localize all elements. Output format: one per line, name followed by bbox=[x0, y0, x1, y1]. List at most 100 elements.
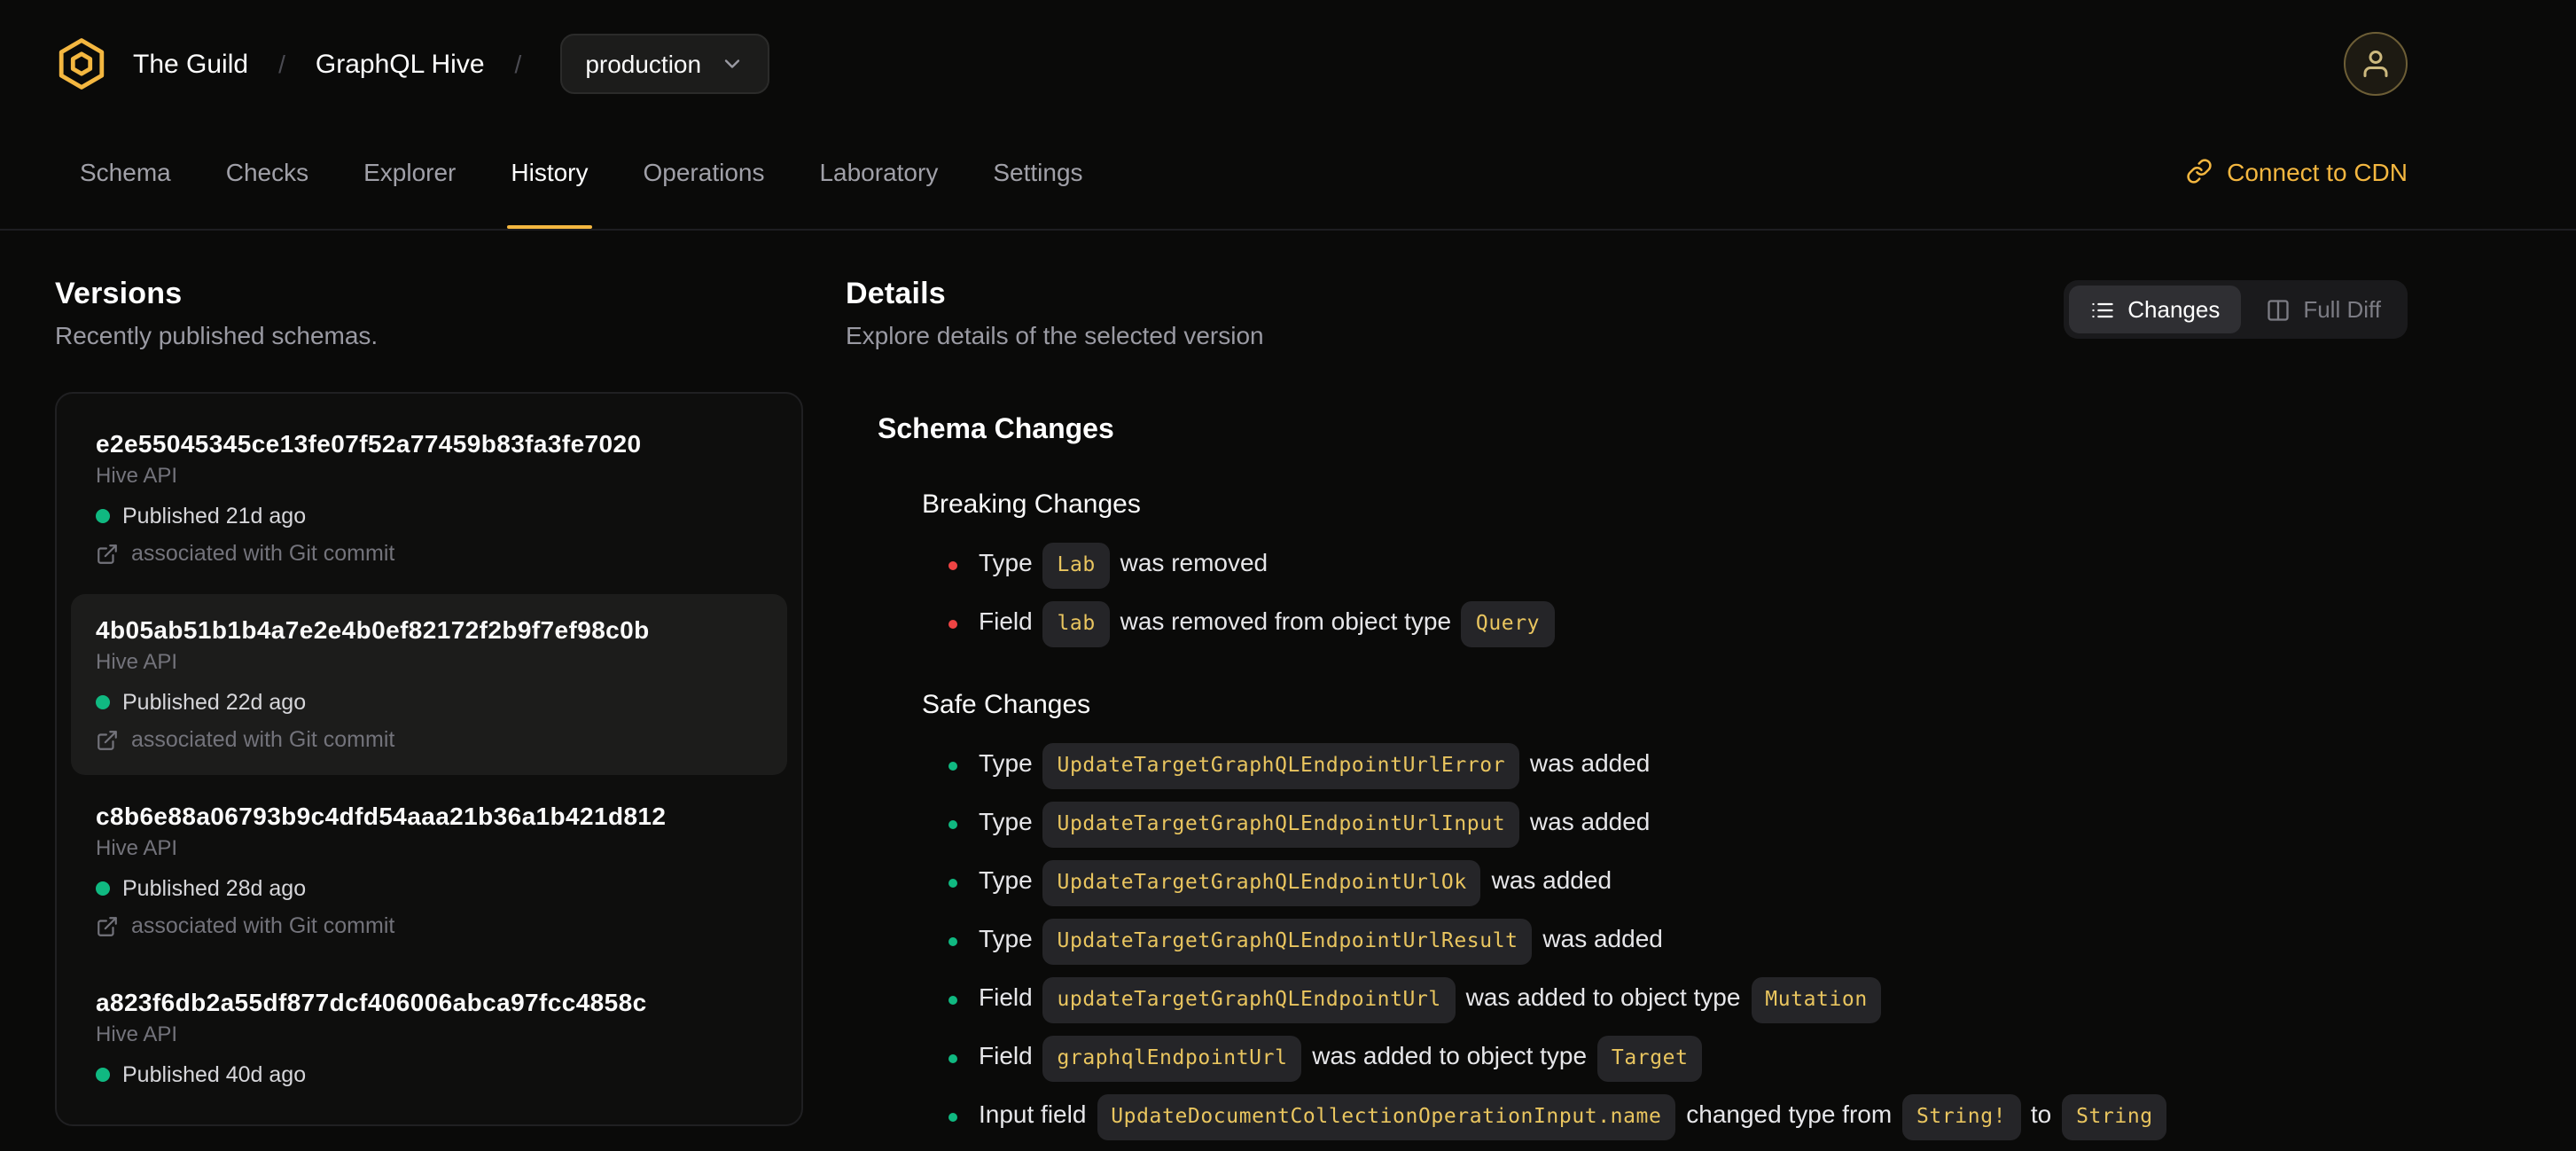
published-row: Published 28d ago bbox=[96, 876, 762, 901]
published-row: Published 40d ago bbox=[96, 1062, 762, 1087]
git-commit-label: associated with Git commit bbox=[131, 727, 395, 752]
code-chip: lab bbox=[1042, 601, 1110, 647]
published-label: Published 22d ago bbox=[122, 690, 307, 715]
published-row: Published 21d ago bbox=[96, 504, 762, 529]
change-list: Type Lab was removed Field lab was remove… bbox=[922, 543, 2408, 647]
tab-explorer[interactable]: Explorer bbox=[363, 114, 456, 229]
git-commit-label: associated with Git commit bbox=[131, 541, 395, 566]
breadcrumb-org[interactable]: The Guild bbox=[133, 49, 248, 79]
version-item[interactable]: 4b05ab51b1b4a7e2e4b0ef82172f2b9f7ef98c0b… bbox=[71, 594, 787, 775]
list-icon bbox=[2090, 297, 2115, 322]
connect-to-cdn-link[interactable]: Connect to CDN bbox=[2186, 114, 2408, 229]
changes-toggle-button[interactable]: Changes bbox=[2069, 286, 2242, 333]
code-chip: String! bbox=[1901, 1094, 2021, 1140]
version-hash: a823f6db2a55df877dcf406006abca97fcc4858c bbox=[96, 988, 647, 1016]
change-item: Type Lab was removed bbox=[948, 543, 2408, 589]
tab-history[interactable]: History bbox=[507, 114, 591, 229]
git-commit-label: associated with Git commit bbox=[131, 913, 395, 938]
external-link-icon bbox=[96, 914, 119, 937]
code-chip: UpdateTargetGraphQLEndpointUrlOk bbox=[1042, 860, 1481, 906]
connect-to-cdn-label: Connect to CDN bbox=[2227, 157, 2408, 185]
tab-checks[interactable]: Checks bbox=[226, 114, 308, 229]
change-list: Type UpdateTargetGraphQLEndpointUrlError… bbox=[922, 743, 2408, 1151]
changes-toggle-label: Changes bbox=[2127, 296, 2221, 323]
tab-laboratory[interactable]: Laboratory bbox=[819, 114, 938, 229]
version-item[interactable]: e2e55045345ce13fe07f52a77459b83fa3fe7020… bbox=[71, 408, 787, 589]
full-diff-toggle-button[interactable]: Full Diff bbox=[2244, 286, 2402, 333]
change-item: Type UpdateTargetGraphQLEndpointUrlError… bbox=[948, 743, 2408, 789]
details-title: Details bbox=[846, 277, 946, 310]
published-label: Published 28d ago bbox=[122, 876, 307, 901]
code-chip: graphqlEndpointUrl bbox=[1042, 1036, 1302, 1082]
details-header: Details Explore details of the selected … bbox=[846, 277, 2408, 349]
breadcrumb-separator: / bbox=[278, 50, 285, 78]
breadcrumb: The Guild / GraphQL Hive / production bbox=[55, 34, 769, 94]
schema-changes-body: Breaking Changes Type Lab was removed Fiel… bbox=[846, 489, 2408, 1151]
published-dot-icon bbox=[96, 509, 110, 523]
versions-panel: Versions Recently published schemas. e2e… bbox=[55, 277, 803, 1151]
version-item[interactable]: c8b6e88a06793b9c4dfd54aaa21b36a1b421d812… bbox=[71, 780, 787, 961]
breadcrumb-project[interactable]: GraphQL Hive bbox=[316, 49, 485, 79]
external-link-icon bbox=[96, 542, 119, 565]
avatar[interactable] bbox=[2344, 32, 2408, 96]
published-label: Published 40d ago bbox=[122, 1062, 307, 1087]
version-hash: 4b05ab51b1b4a7e2e4b0ef82172f2b9f7ef98c0b bbox=[96, 615, 650, 644]
app: The Guild / GraphQL Hive / production Sc… bbox=[0, 0, 2576, 1151]
header: The Guild / GraphQL Hive / production Sc… bbox=[0, 0, 2576, 231]
details-subtitle: Explore details of the selected version bbox=[846, 321, 1264, 349]
nav-tabs: Schema Checks Explorer History Operations Lab… bbox=[80, 114, 1083, 229]
change-item: Field graphqlEndpointUrl was added to ob… bbox=[948, 1036, 2408, 1082]
chevron-down-icon bbox=[719, 51, 744, 76]
change-item: Type UpdateTargetGraphQLEndpointUrlResul… bbox=[948, 919, 2408, 965]
breadcrumb-separator: / bbox=[514, 50, 522, 78]
published-dot-icon bbox=[96, 695, 110, 709]
change-item: Field updateTargetGraphQLEndpointUrl was… bbox=[948, 977, 2408, 1023]
version-list: e2e55045345ce13fe07f52a77459b83fa3fe7020… bbox=[55, 392, 803, 1126]
code-chip: UpdateTargetGraphQLEndpointUrlError bbox=[1042, 743, 1520, 789]
change-item: Field lab was removed from object type Q… bbox=[948, 601, 2408, 647]
code-chip: UpdateDocumentCollectionOperationInput.n… bbox=[1097, 1094, 1676, 1140]
version-service: Hive API bbox=[96, 1022, 178, 1046]
main-content: Versions Recently published schemas. e2e… bbox=[0, 231, 2576, 1151]
code-chip: Query bbox=[1461, 601, 1555, 647]
tab-operations[interactable]: Operations bbox=[644, 114, 765, 229]
target-selector[interactable]: production bbox=[560, 34, 769, 94]
schema-changes-title: Schema Changes bbox=[878, 415, 1114, 445]
change-group-safe: Safe Changes Type UpdateTargetGraphQLEndp… bbox=[922, 690, 2408, 1151]
hive-logo-icon[interactable] bbox=[55, 37, 108, 90]
code-chip: UpdateTargetGraphQLEndpointUrlInput bbox=[1042, 802, 1520, 848]
change-item: Input field UpdateDocumentCollectionOper… bbox=[948, 1094, 2408, 1140]
code-chip: Target bbox=[1596, 1036, 1703, 1082]
tab-schema[interactable]: Schema bbox=[80, 114, 171, 229]
versions-title: Versions bbox=[55, 277, 183, 310]
version-service: Hive API bbox=[96, 835, 178, 860]
columns-icon bbox=[2266, 297, 2291, 322]
published-dot-icon bbox=[96, 1068, 110, 1082]
code-chip: Lab bbox=[1042, 543, 1110, 589]
full-diff-toggle-label: Full Diff bbox=[2303, 296, 2381, 323]
code-chip: Mutation bbox=[1751, 977, 1882, 1023]
published-row: Published 22d ago bbox=[96, 690, 762, 715]
change-group-title: Breaking Changes bbox=[922, 489, 1141, 520]
header-nav-row: Schema Checks Explorer History Operations Lab… bbox=[55, 114, 2408, 229]
code-chip: String bbox=[2062, 1094, 2167, 1140]
tab-settings[interactable]: Settings bbox=[993, 114, 1082, 229]
details-panel: Details Explore details of the selected … bbox=[846, 277, 2408, 1151]
external-link-icon bbox=[96, 728, 119, 751]
change-group-title: Safe Changes bbox=[922, 690, 1091, 720]
target-selector-value: production bbox=[585, 50, 702, 78]
published-dot-icon bbox=[96, 881, 110, 896]
git-commit-row: associated with Git commit bbox=[96, 727, 762, 752]
version-service: Hive API bbox=[96, 649, 178, 674]
change-item: Type UpdateTargetGraphQLEndpointUrlOk wa… bbox=[948, 860, 2408, 906]
header-top: The Guild / GraphQL Hive / production bbox=[55, 0, 2408, 114]
version-service: Hive API bbox=[96, 463, 178, 488]
git-commit-row: associated with Git commit bbox=[96, 913, 762, 938]
version-item[interactable]: a823f6db2a55df877dcf406006abca97fcc4858c… bbox=[71, 967, 787, 1110]
change-item: Type UpdateTargetGraphQLEndpointUrlInput… bbox=[948, 802, 2408, 848]
code-chip: updateTargetGraphQLEndpointUrl bbox=[1042, 977, 1456, 1023]
user-icon bbox=[2360, 48, 2392, 80]
change-group-breaking: Breaking Changes Type Lab was removed Fiel… bbox=[922, 489, 2408, 647]
link-icon bbox=[2186, 158, 2213, 184]
git-commit-row: associated with Git commit bbox=[96, 541, 762, 566]
